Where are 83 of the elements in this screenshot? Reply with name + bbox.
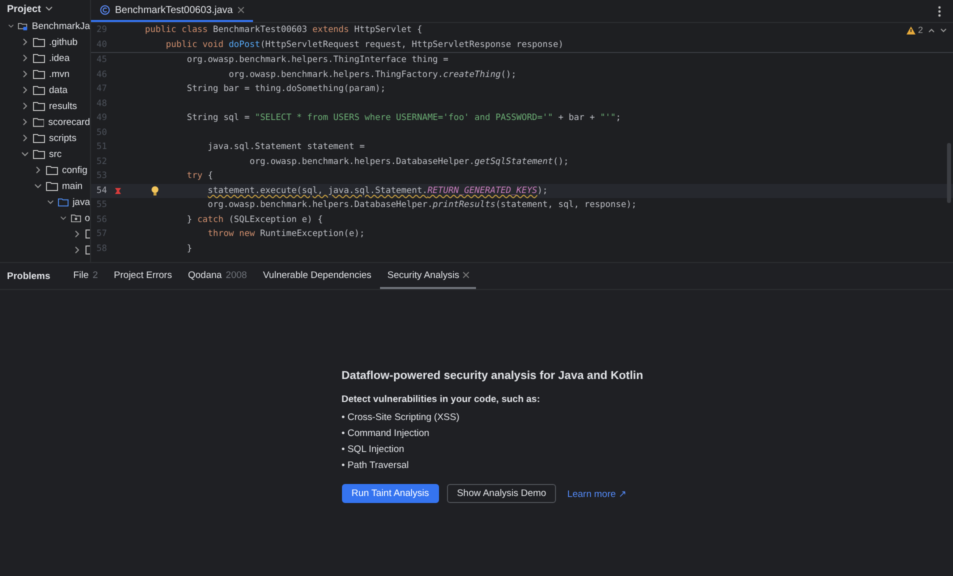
tree-item[interactable]: scripts (49, 132, 76, 144)
list-item: • Path Traversal (342, 459, 410, 473)
tree-item[interactable]: BenchmarkJa (32, 20, 90, 32)
panel-tab[interactable]: Qodana 2008 (180, 263, 254, 289)
tree-item[interactable]: .idea (49, 52, 70, 64)
code-line: String sql = "SELECT * from USERS where USERNAME='foo' and PASSWORD='" + bar + "'"; (186, 113, 621, 124)
code-line: public class BenchmarkTest00603 extends HttpServlet { (145, 25, 422, 36)
tree-item[interactable]: o (84, 212, 90, 224)
folder-icon (33, 69, 45, 79)
lightbulb-icon[interactable] (151, 186, 159, 196)
chevron-down-icon[interactable] (21, 150, 29, 158)
code-line: org.owasp.benchmark.helpers.ThingFactory.createThing(); (228, 70, 516, 80)
list-item: • SQL Injection (342, 443, 406, 457)
folder-icon (46, 181, 58, 191)
line-number: 54 (96, 186, 107, 196)
chevron-up-icon[interactable] (928, 28, 935, 32)
chevron-down-icon[interactable] (47, 198, 54, 206)
panel-title: Problems (7, 270, 50, 282)
warning-icon (906, 26, 916, 34)
learn-more-link[interactable]: Learn more ↗ (567, 488, 626, 500)
folder-icon (33, 85, 45, 95)
chevron-down-icon[interactable] (34, 182, 42, 190)
chevron-right-icon[interactable] (21, 38, 29, 46)
tree-item[interactable]: config (62, 164, 88, 176)
code-line: String bar = thing.doSomething(param); (186, 84, 386, 94)
folder-icon (32, 117, 44, 127)
tree-item[interactable]: src (49, 148, 62, 160)
tree-item[interactable]: data (49, 84, 68, 96)
tree-item[interactable]: scorecard (48, 116, 90, 128)
tree-item[interactable]: .mvn (49, 68, 70, 80)
chevron-right-icon[interactable] (21, 54, 29, 62)
close-icon[interactable] (238, 7, 244, 13)
code-line: org.owasp.benchmark.helpers.ThingInterface thing = (186, 55, 448, 66)
class-file-icon (100, 5, 110, 15)
chevron-right-icon[interactable] (73, 246, 81, 254)
code-line: throw new RuntimeException(e); (208, 229, 365, 240)
code-line: java.sql.Statement statement = (208, 142, 365, 152)
panel-tab[interactable]: Project Errors (106, 263, 179, 289)
chevron-right-icon[interactable] (21, 70, 29, 78)
action-button[interactable]: Run Taint Analysis (342, 484, 439, 503)
intro-text: Detect vulnerabilities in your code, such as: (342, 394, 542, 405)
list-item: • Command Injection (342, 427, 430, 441)
package-folder-icon (70, 213, 81, 223)
folder-icon (58, 197, 69, 207)
folder-icon (33, 53, 45, 63)
project-title[interactable]: Project (7, 4, 41, 14)
chevron-down-icon[interactable] (940, 28, 947, 32)
panel-tab[interactable]: Vulnerable Dependencies (256, 263, 378, 289)
module-folder-icon (18, 20, 28, 32)
action-button[interactable]: Show Analysis Demo (446, 484, 556, 503)
folder-icon (33, 101, 45, 111)
heading: Dataflow-powered security analysis for Java and Kotlin (342, 370, 642, 382)
code-line: statement.execute(sql, java.sql.Statement.RETURN_GENERATED_KEYS); (208, 186, 548, 196)
chevron-down-icon[interactable] (60, 214, 67, 222)
code-line: org.owasp.benchmark.helpers.DatabaseHelper.printResults(statement, sql, response); (208, 200, 637, 210)
code-line: } (186, 244, 192, 254)
panel-tab[interactable]: File 2 (66, 263, 105, 289)
tree-item[interactable]: results (49, 100, 77, 112)
folder-icon (33, 149, 45, 159)
close-icon[interactable] (463, 272, 470, 278)
tree-item[interactable]: .github (49, 36, 78, 48)
folder-icon (33, 133, 45, 143)
more-vertical-icon[interactable] (938, 6, 941, 16)
chevron-right-icon[interactable] (73, 230, 81, 238)
code-line: public void doPost(HttpServletRequest request, HttpServletResponse response) (166, 40, 564, 50)
chevron-down-icon[interactable] (8, 22, 14, 30)
warning-count[interactable]: 2 (918, 25, 923, 35)
chevron-down-icon (44, 6, 53, 12)
chevron-right-icon[interactable] (21, 134, 29, 142)
folder-icon (33, 37, 45, 47)
chevron-right-icon[interactable] (21, 86, 29, 94)
code-line: org.owasp.benchmark.helpers.DatabaseHelper.getSqlStatement(); (250, 156, 569, 167)
list-item: • Cross-Site Scripting (XSS) (342, 411, 460, 425)
file-tab[interactable]: BenchmarkTest00603.java (91, 0, 253, 22)
code-line: } catch (SQLException e) { (186, 214, 323, 225)
tree-item[interactable]: main (62, 180, 83, 192)
chevron-right-icon[interactable] (21, 118, 29, 126)
chevron-right-icon[interactable] (34, 166, 42, 174)
code-line: try { (186, 171, 213, 182)
panel-tab[interactable]: Security Analysis (380, 263, 476, 289)
tree-item[interactable]: java (72, 196, 90, 208)
chevron-right-icon[interactable] (21, 102, 29, 110)
folder-icon (46, 165, 58, 175)
